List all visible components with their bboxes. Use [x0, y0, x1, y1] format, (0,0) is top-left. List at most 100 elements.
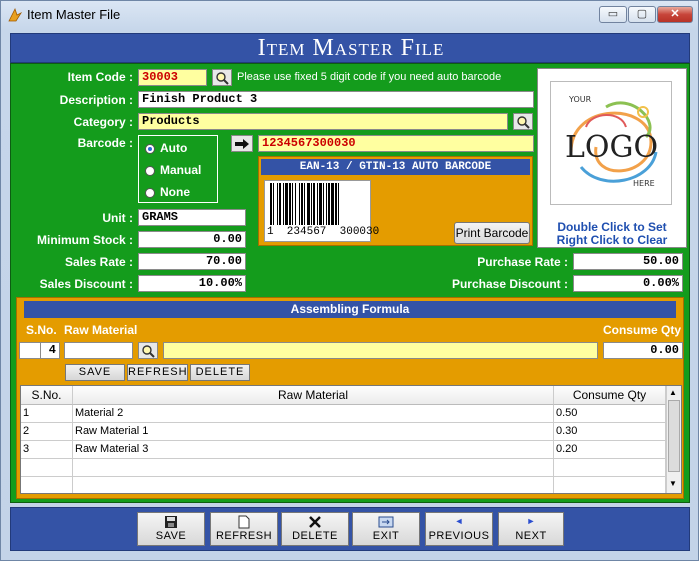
maximize-icon: ▢ — [636, 8, 648, 20]
barcode-mode-group: Auto Manual None — [138, 135, 218, 203]
sno-input[interactable]: 4 — [40, 342, 60, 359]
scroll-down-icon[interactable]: ▼ — [669, 479, 677, 488]
barcode-bars — [270, 183, 339, 225]
previous-label: PREVIOUS — [428, 530, 490, 542]
table-row-empty[interactable] — [21, 477, 666, 493]
scroll-up-icon[interactable]: ▲ — [669, 388, 677, 397]
delete-button[interactable]: DELETE — [281, 512, 349, 546]
purchase-rate-input[interactable]: 50.00 — [573, 253, 683, 270]
cell-sno: 1 — [21, 405, 73, 423]
category-label: Category : — [73, 115, 133, 129]
next-button[interactable]: ► NEXT — [498, 512, 564, 546]
purchase-discount-input[interactable]: 0.00% — [573, 275, 683, 292]
sales-discount-input[interactable]: 10.00% — [138, 275, 246, 292]
cell-empty — [21, 477, 73, 493]
consume-qty-input[interactable]: 0.00 — [603, 342, 683, 359]
previous-button[interactable]: ◄ PREVIOUS — [425, 512, 493, 546]
minimize-button[interactable]: ▭ — [599, 6, 627, 23]
item-code-search-button[interactable] — [212, 69, 232, 86]
cell-material: Raw Material 1 — [73, 423, 554, 441]
barcode-mode-none-label: None — [160, 185, 190, 199]
search-icon — [216, 72, 229, 85]
radio-selected-icon — [145, 143, 155, 154]
cell-empty — [73, 477, 554, 493]
logo-frame[interactable]: YOUR LOGO HERE Double Click to Set Right… — [537, 68, 687, 248]
barcode-mode-auto-label: Auto — [160, 141, 188, 155]
formula-save-button[interactable]: SAVE — [65, 364, 125, 381]
cell-qty: 0.30 — [554, 423, 666, 441]
barcode-mode-manual-label: Manual — [160, 163, 202, 177]
search-icon — [142, 345, 155, 358]
barcode-input[interactable]: 1234567300030 — [258, 135, 534, 152]
exit-button[interactable]: EXIT — [352, 512, 420, 546]
save-button[interactable]: SAVE — [137, 512, 205, 546]
sales-rate-label: Sales Rate : — [64, 255, 133, 269]
bottom-toolbar: SAVE REFRESH DELETE EXIT ◄ PREVIOUS ► NE… — [10, 507, 690, 551]
assembling-formula-panel: Assembling Formula S.No. Raw Material Co… — [16, 297, 684, 499]
exit-label: EXIT — [372, 530, 400, 542]
grid-header-qty[interactable]: Consume Qty — [554, 386, 666, 405]
table-row[interactable]: 1 Material 2 0.50 — [21, 405, 666, 423]
close-button[interactable]: ✕ — [657, 6, 693, 23]
window-title: Item Master File — [27, 7, 121, 22]
formula-grid: S.No. Raw Material Consume Qty 1 Materia… — [20, 385, 682, 494]
grid-header-material[interactable]: Raw Material — [73, 386, 554, 405]
save-label: SAVE — [155, 530, 187, 542]
cell-material: Material 2 — [73, 405, 554, 423]
category-search-button[interactable] — [513, 113, 533, 130]
refresh-button[interactable]: REFRESH — [210, 512, 278, 546]
app-window: Item Master File ▭ ▢ ✕ Item Master File … — [0, 0, 699, 561]
next-label: NEXT — [515, 530, 547, 542]
item-code-input[interactable]: 30003 — [138, 69, 207, 86]
exit-icon — [353, 513, 419, 530]
floppy-disk-icon — [138, 513, 204, 530]
description-input[interactable]: Finish Product 3 — [138, 91, 534, 108]
barcode-type-label: EAN-13 / GTIN-13 AUTO BARCODE — [261, 159, 530, 175]
cell-empty — [21, 459, 73, 477]
barcode-mode-auto[interactable]: Auto — [145, 141, 187, 155]
item-code-label: Item Code : — [67, 70, 133, 84]
purchase-discount-label: Purchase Discount : — [451, 277, 568, 291]
table-row[interactable]: 3 Raw Material 3 0.20 — [21, 441, 666, 459]
new-document-icon — [211, 513, 277, 530]
print-barcode-button[interactable]: Print Barcode — [454, 222, 530, 244]
maximize-button[interactable]: ▢ — [628, 6, 656, 23]
sno-prefix-input[interactable] — [19, 342, 41, 359]
arrow-right-icon: ► — [526, 516, 536, 526]
arrow-right-icon — [235, 139, 249, 149]
formula-refresh-button[interactable]: REFRESH — [127, 364, 188, 381]
title-bar[interactable]: Item Master File ▭ ▢ ✕ — [1, 1, 698, 29]
consume-qty-label: Consume Qty — [602, 323, 681, 337]
barcode-label: Barcode : — [77, 136, 133, 150]
sales-rate-input[interactable]: 70.00 — [138, 253, 246, 270]
table-row[interactable]: 2 Raw Material 1 0.30 — [21, 423, 666, 441]
delete-x-icon — [282, 513, 348, 530]
barcode-preview-panel: EAN-13 / GTIN-13 AUTO BARCODE 1 234567 3… — [258, 156, 533, 246]
min-stock-input[interactable]: 0.00 — [138, 231, 246, 248]
refresh-label: REFRESH — [215, 530, 273, 542]
cell-qty: 0.20 — [554, 441, 666, 459]
raw-material-code-input[interactable] — [64, 342, 133, 359]
formula-delete-button[interactable]: DELETE — [190, 364, 250, 381]
grid-header-sno[interactable]: S.No. — [21, 386, 73, 405]
scroll-thumb[interactable] — [668, 400, 680, 472]
description-label: Description : — [59, 93, 133, 107]
cell-empty — [73, 459, 554, 477]
search-icon — [517, 116, 530, 129]
raw-material-search-button[interactable] — [138, 342, 158, 359]
sno-label: S.No. — [26, 323, 57, 337]
category-input[interactable]: Products — [138, 113, 508, 130]
purchase-rate-label: Purchase Rate : — [477, 255, 568, 269]
barcode-generate-button[interactable] — [231, 135, 253, 152]
barcode-mode-manual[interactable]: Manual — [145, 163, 201, 177]
barcode-human-readable: 1 234567 300030 — [267, 226, 380, 238]
barcode-mode-none[interactable]: None — [145, 185, 190, 199]
raw-material-name-input[interactable] — [163, 342, 598, 359]
grid-scrollbar[interactable]: ▲ ▼ — [666, 386, 681, 493]
table-row-empty[interactable] — [21, 459, 666, 477]
unit-input[interactable]: GRAMS — [138, 209, 246, 226]
close-icon: ✕ — [670, 8, 680, 20]
cell-empty — [554, 477, 666, 493]
logo-hint-clear: Right Click to Clear — [556, 233, 668, 247]
cell-sno: 3 — [21, 441, 73, 459]
